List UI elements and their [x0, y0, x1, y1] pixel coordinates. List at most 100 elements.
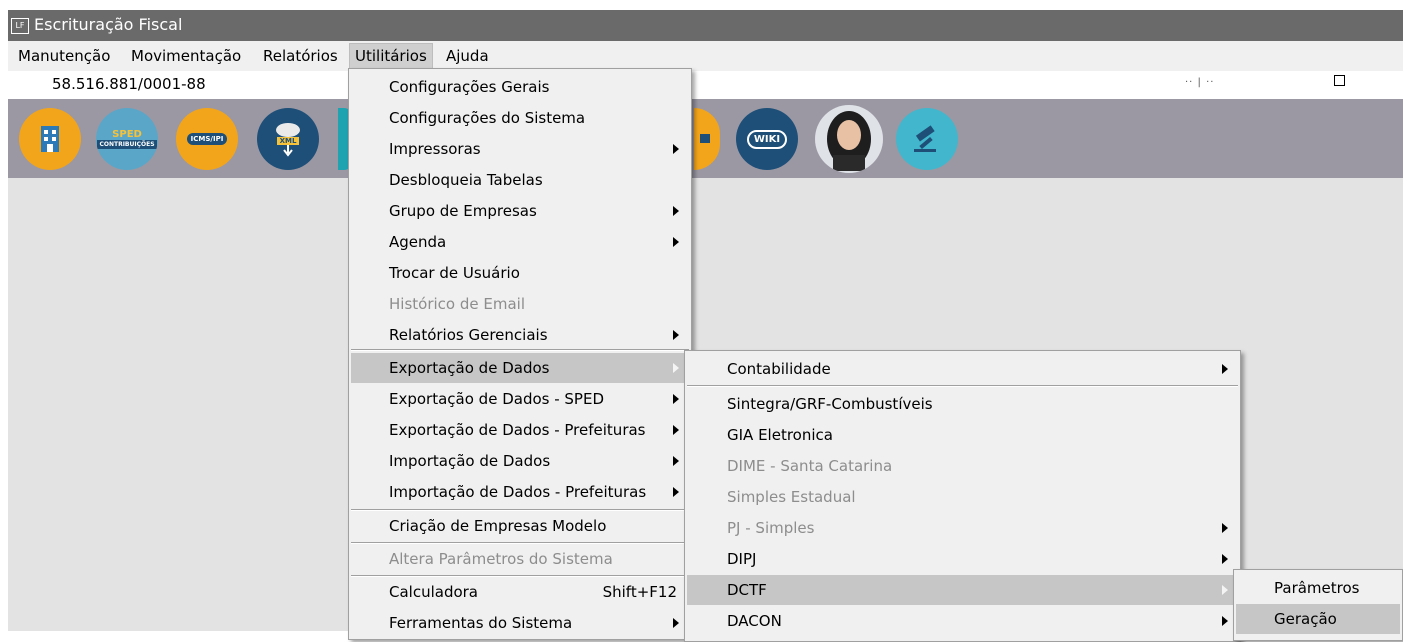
submenu-item-sintegra[interactable]: Sintegra/GRF-Combustíveis	[687, 389, 1238, 419]
menu-item-label: Exportação de Dados - Prefeituras	[389, 421, 646, 439]
menu-item-configuracoes-sistema[interactable]: Configurações do Sistema	[351, 103, 689, 133]
submenu-item-parametros[interactable]: Parâmetros	[1236, 573, 1400, 603]
menu-separator	[351, 349, 689, 351]
menu-item-label: Simples Estadual	[727, 488, 856, 506]
menu-item-label: PJ - Simples	[727, 519, 815, 537]
submenu-arrow-icon	[1222, 554, 1228, 564]
building-icon[interactable]	[19, 108, 81, 170]
menu-item-label: GIA Eletronica	[727, 426, 833, 444]
menu-item-criacao-empresas-modelo[interactable]: Criação de Empresas Modelo	[351, 511, 689, 541]
menu-item-label: Importação de Dados - Prefeituras	[389, 483, 647, 501]
submenu-item-simples-estadual: Simples Estadual	[687, 482, 1238, 512]
menu-ajuda[interactable]: Ajuda	[446, 47, 489, 65]
menu-item-label: Geração	[1274, 610, 1337, 628]
wiki-icon[interactable]: WIKI	[736, 108, 798, 170]
shortcut-label: Shift+F12	[602, 583, 677, 601]
title-bar: LF Escrituração Fiscal	[8, 10, 1403, 41]
menu-item-label: Agenda	[389, 233, 447, 251]
menu-item-label: Importação de Dados	[389, 452, 551, 470]
company-info-bar: 58.516.881/0001-88 ·· | ··	[8, 71, 1403, 100]
menu-utilitarios[interactable]: Utilitários	[349, 43, 433, 70]
xml-download-icon[interactable]: XML	[257, 108, 319, 170]
menu-item-label: Exportação de Dados - SPED	[389, 390, 604, 408]
submenu-arrow-icon	[673, 456, 679, 466]
icms-label: ICMS/IPI	[186, 133, 228, 145]
left-edge	[0, 0, 8, 631]
menu-item-exportacao-dados[interactable]: Exportação de Dados	[351, 353, 689, 383]
gavel-icon[interactable]	[896, 108, 958, 170]
menu-item-desbloqueia-tabelas[interactable]: Desbloqueia Tabelas	[351, 165, 689, 195]
sped-label: SPED	[112, 129, 142, 140]
submenu-arrow-icon	[1222, 616, 1228, 626]
menu-item-importacao-dados[interactable]: Importação de Dados	[351, 446, 689, 476]
menu-item-label: Configurações Gerais	[389, 78, 550, 96]
menu-item-ferramentas-sistema[interactable]: Ferramentas do Sistema	[351, 608, 689, 638]
menu-item-grupo-empresas[interactable]: Grupo de Empresas	[351, 196, 689, 226]
submenu-item-dipj[interactable]: DIPJ	[687, 544, 1238, 574]
menu-bar: Manutenção Movimentação Relatórios Utili…	[8, 41, 1403, 71]
company-cnpj: 58.516.881/0001-88	[52, 75, 206, 93]
menu-item-exportacao-sped[interactable]: Exportação de Dados - SPED	[351, 384, 689, 414]
wiki-label: WIKI	[746, 129, 788, 149]
submenu-arrow-icon	[673, 487, 679, 497]
menu-item-label: Impressoras	[389, 140, 481, 158]
menu-manutencao[interactable]: Manutenção	[18, 47, 110, 65]
submenu-arrow-icon	[1222, 585, 1228, 595]
menu-item-label: Exportação de Dados	[389, 359, 550, 377]
menu-item-configuracoes-gerais[interactable]: Configurações Gerais	[351, 72, 689, 102]
assistant-avatar-icon[interactable]	[815, 105, 883, 173]
menu-separator	[687, 385, 1238, 387]
icms-ipi-icon[interactable]: ICMS/IPI	[176, 108, 238, 170]
submenu-arrow-icon	[1222, 364, 1228, 374]
submenu-item-contabilidade[interactable]: Contabilidade	[687, 354, 1238, 384]
submenu-item-geracao[interactable]: Geração	[1236, 604, 1400, 634]
menu-item-label: Sintegra/GRF-Combustíveis	[727, 395, 933, 413]
xml-label: XML	[276, 137, 300, 145]
menu-item-label: Relatórios Gerenciais	[389, 326, 548, 344]
utilitarios-menu: Configurações Gerais Configurações do Si…	[348, 68, 692, 640]
sped-contribuicoes-icon[interactable]: SPED CONTRIBUIÇÕES	[96, 108, 158, 170]
menu-item-label: Desbloqueia Tabelas	[389, 171, 543, 189]
menu-item-label: Calculadora	[389, 583, 479, 601]
restore-box-icon[interactable]	[1334, 75, 1345, 86]
submenu-arrow-icon	[673, 618, 679, 628]
menu-item-label: DACON	[727, 612, 782, 630]
menu-item-exportacao-prefeituras[interactable]: Exportação de Dados - Prefeituras	[351, 415, 689, 445]
submenu-arrow-icon	[673, 206, 679, 216]
dctf-submenu: Parâmetros Geração	[1233, 569, 1403, 641]
menu-movimentacao[interactable]: Movimentação	[131, 47, 241, 65]
menu-item-label: DIPJ	[727, 550, 757, 568]
menu-item-label: DIME - Santa Catarina	[727, 457, 893, 475]
submenu-item-gia-eletronica[interactable]: GIA Eletronica	[687, 420, 1238, 450]
submenu-arrow-icon	[673, 144, 679, 154]
menu-item-altera-parametros: Altera Parâmetros do Sistema	[351, 544, 689, 574]
submenu-item-dctf[interactable]: DCTF	[687, 575, 1238, 605]
menu-item-label: Altera Parâmetros do Sistema	[389, 550, 613, 568]
menu-item-label: Parâmetros	[1274, 579, 1360, 597]
menu-item-label: Trocar de Usuário	[389, 264, 520, 282]
app-logo-icon: LF	[11, 18, 29, 34]
menu-item-impressoras[interactable]: Impressoras	[351, 134, 689, 164]
submenu-item-dacon[interactable]: DACON	[687, 606, 1238, 636]
menu-item-importacao-prefeituras[interactable]: Importação de Dados - Prefeituras	[351, 477, 689, 507]
menu-relatorios[interactable]: Relatórios	[263, 47, 338, 65]
submenu-item-dime: DIME - Santa Catarina	[687, 451, 1238, 481]
menu-item-label: Contabilidade	[727, 360, 831, 378]
menu-item-label: Ferramentas do Sistema	[389, 614, 573, 632]
menu-item-calculadora[interactable]: Calculadora Shift+F12	[351, 577, 689, 607]
menu-item-label: Grupo de Empresas	[389, 202, 537, 220]
menu-item-relatorios-gerenciais[interactable]: Relatórios Gerenciais	[351, 320, 689, 350]
submenu-item-pj-simples: PJ - Simples	[687, 513, 1238, 543]
info-right-text: ·· | ··	[1185, 77, 1215, 88]
submenu-arrow-icon	[673, 363, 679, 373]
window-title: Escrituração Fiscal	[34, 15, 183, 34]
menu-item-agenda[interactable]: Agenda	[351, 227, 689, 257]
toolbar: SPED CONTRIBUIÇÕES ICMS/IPI XML WIKI	[8, 99, 1403, 178]
sped-sublabel: CONTRIBUIÇÕES	[97, 140, 157, 149]
submenu-arrow-icon	[673, 330, 679, 340]
submenu-arrow-icon	[673, 425, 679, 435]
menu-item-label: Criação de Empresas Modelo	[389, 517, 607, 535]
menu-item-label: Histórico de Email	[389, 295, 525, 313]
chat-icon[interactable]	[694, 108, 720, 170]
menu-item-trocar-usuario[interactable]: Trocar de Usuário	[351, 258, 689, 288]
